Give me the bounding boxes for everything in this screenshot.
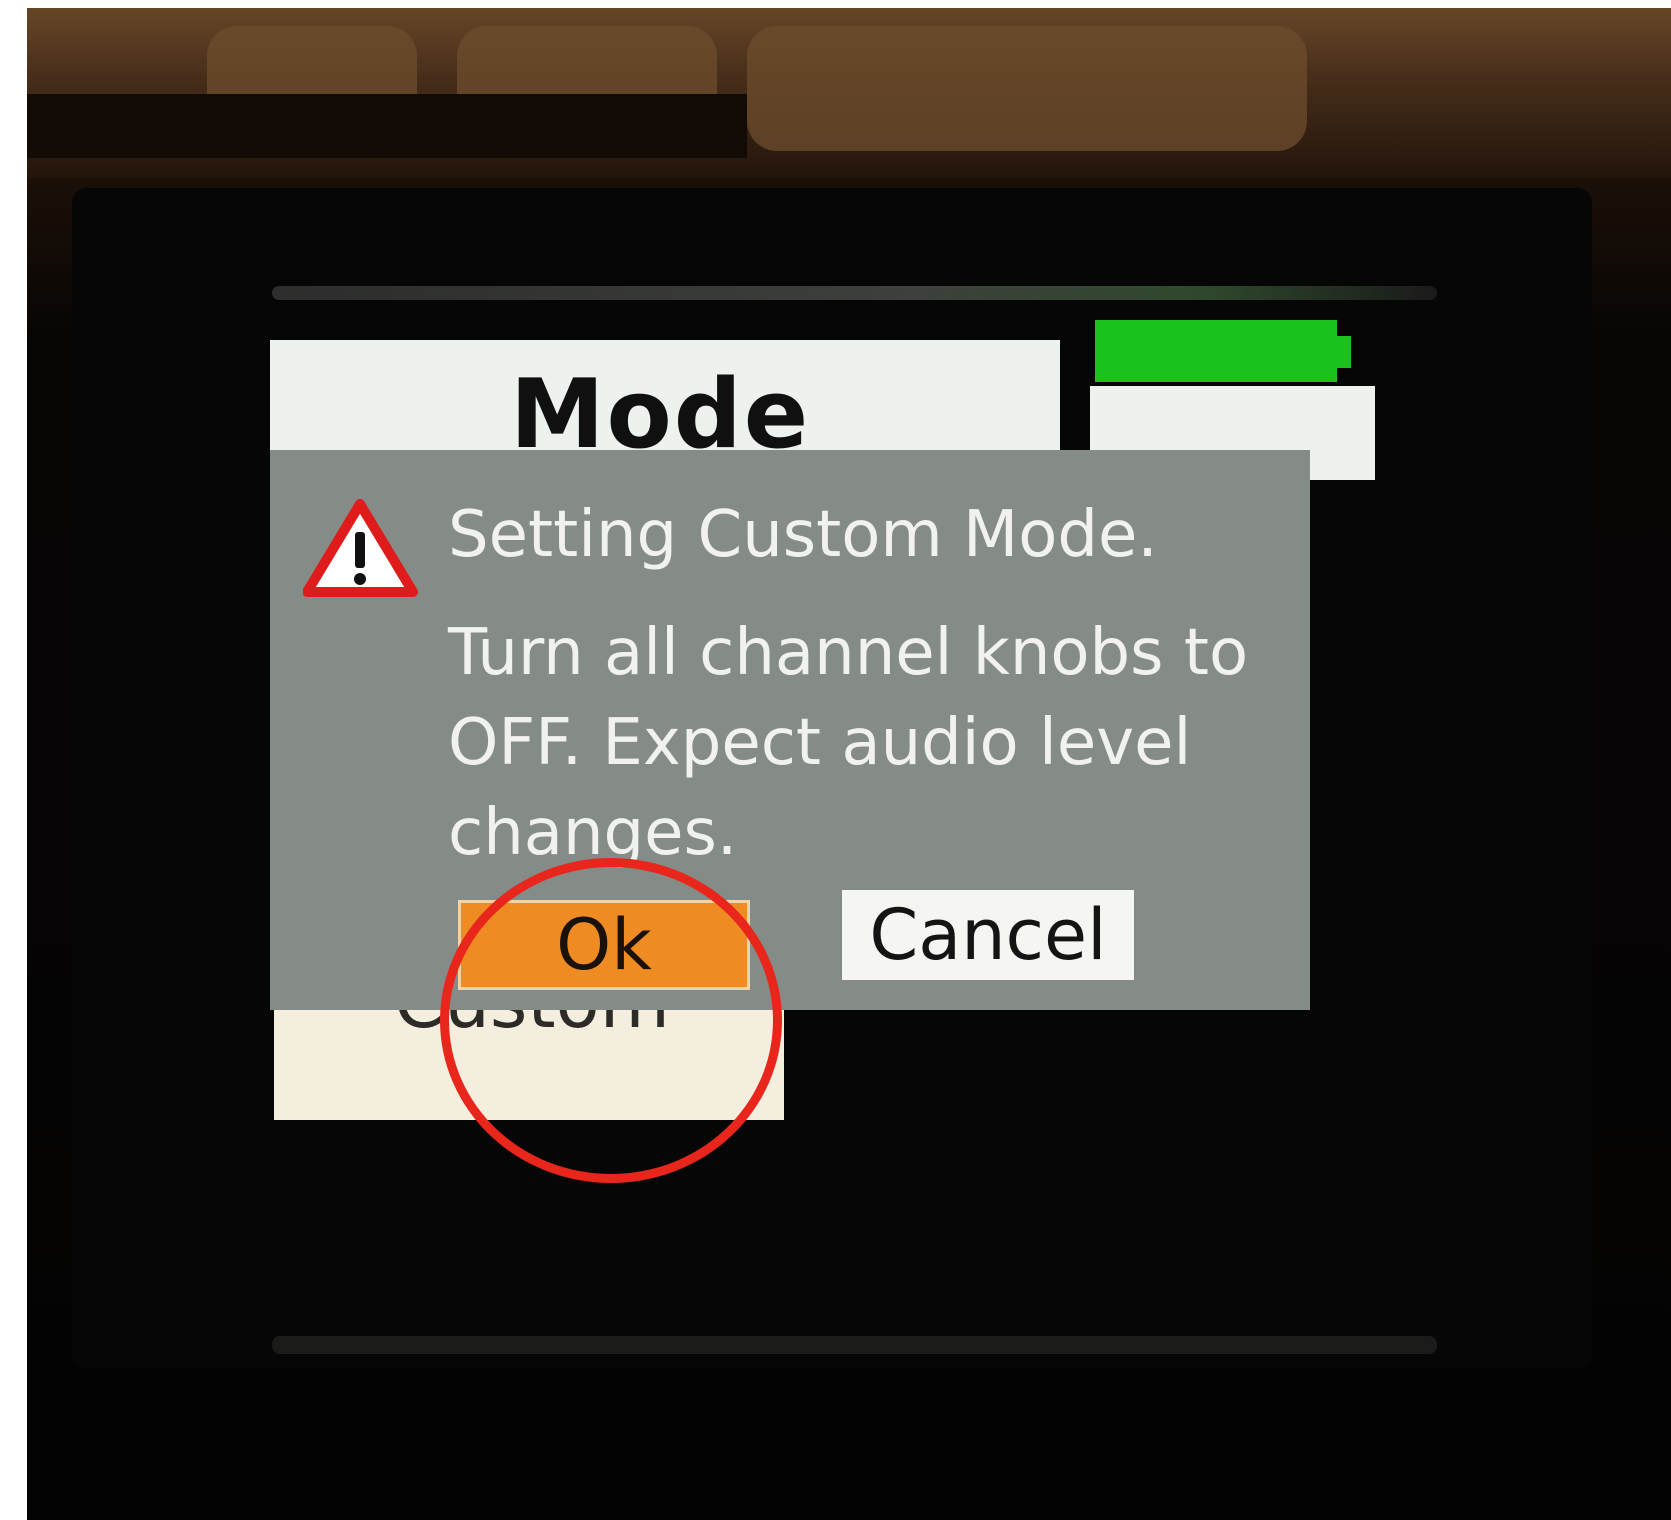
cancel-button[interactable]: Cancel xyxy=(842,890,1134,980)
device-screen: Mode Custom Setting Custom Mode. Turn al… xyxy=(262,320,1402,1220)
background-shape xyxy=(747,26,1307,151)
battery-terminal xyxy=(1337,336,1351,368)
dialog-title: Setting Custom Mode. xyxy=(448,498,1158,572)
confirm-dialog: Setting Custom Mode. Turn all channel kn… xyxy=(270,450,1310,1010)
warning-icon xyxy=(303,499,418,597)
list-item-custom[interactable]: Custom xyxy=(274,1010,784,1120)
battery-indicator xyxy=(1095,320,1337,382)
dialog-message: Turn all channel knobs to OFF. Expect au… xyxy=(448,616,1249,870)
list-item-label: Custom xyxy=(394,1010,670,1044)
bezel-edge-bottom xyxy=(272,1336,1437,1354)
ok-button[interactable]: Ok xyxy=(458,900,750,990)
bezel-edge-top xyxy=(272,286,1437,300)
background-bar xyxy=(27,94,747,158)
